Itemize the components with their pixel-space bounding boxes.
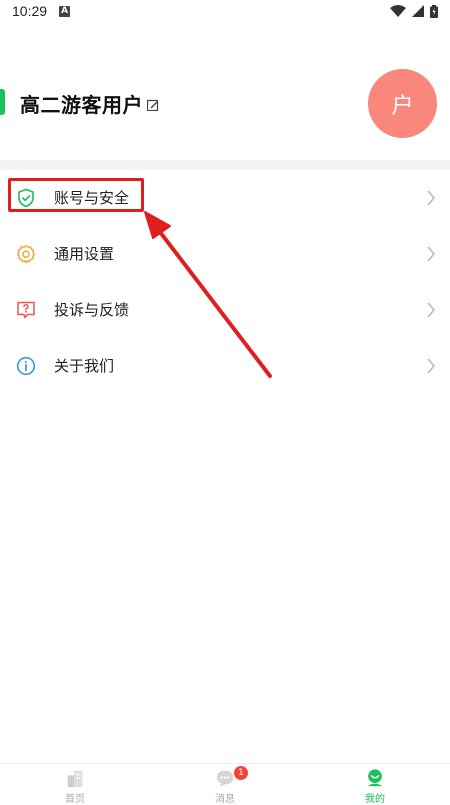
menu-item-label: 通用设置 <box>54 245 115 263</box>
info-icon <box>16 356 36 376</box>
profile-name[interactable]: 高二游客用户 <box>20 89 143 118</box>
tab-mine[interactable]: 我的 <box>300 764 450 805</box>
notification-a-icon: A <box>59 5 71 17</box>
profile-icon <box>367 769 383 787</box>
bottom-tab-bar: 首页 消息 1 我的 <box>0 763 450 805</box>
menu-item-general-settings[interactable]: 通用设置 <box>0 226 450 282</box>
profile-accent-bar <box>0 89 5 115</box>
chevron-right-icon <box>427 246 436 262</box>
question-box-icon <box>17 301 35 319</box>
status-time: 10:29 <box>12 3 48 19</box>
chevron-right-icon <box>427 302 436 318</box>
tab-home[interactable]: 首页 <box>0 764 150 805</box>
unread-badge: 1 <box>234 766 248 780</box>
chevron-right-icon <box>427 358 436 374</box>
status-icons <box>390 4 438 18</box>
annotation-highlight-box <box>8 178 144 212</box>
avatar[interactable]: 户 <box>368 69 437 138</box>
menu-item-label: 关于我们 <box>54 357 115 375</box>
menu-item-feedback[interactable]: 投诉与反馈 <box>0 282 450 338</box>
tab-label: 我的 <box>365 794 385 805</box>
edit-icon[interactable] <box>147 99 159 111</box>
profile-header: 高二游客用户 户 <box>0 68 450 148</box>
chat-bubble-icon <box>216 770 234 787</box>
gear-icon <box>17 245 35 264</box>
status-bar: 10:29 A <box>0 0 450 22</box>
signal-icon <box>412 5 424 17</box>
tab-label: 消息 <box>215 794 235 805</box>
wifi-icon <box>390 5 406 17</box>
section-divider <box>0 160 450 170</box>
menu-item-about-us[interactable]: 关于我们 <box>0 338 450 394</box>
chevron-right-icon <box>427 190 436 206</box>
tab-messages[interactable]: 消息 1 <box>150 764 300 805</box>
menu-item-label: 投诉与反馈 <box>54 301 130 319</box>
tab-label: 首页 <box>65 794 85 805</box>
battery-icon <box>430 4 438 18</box>
home-building-icon <box>67 770 83 788</box>
